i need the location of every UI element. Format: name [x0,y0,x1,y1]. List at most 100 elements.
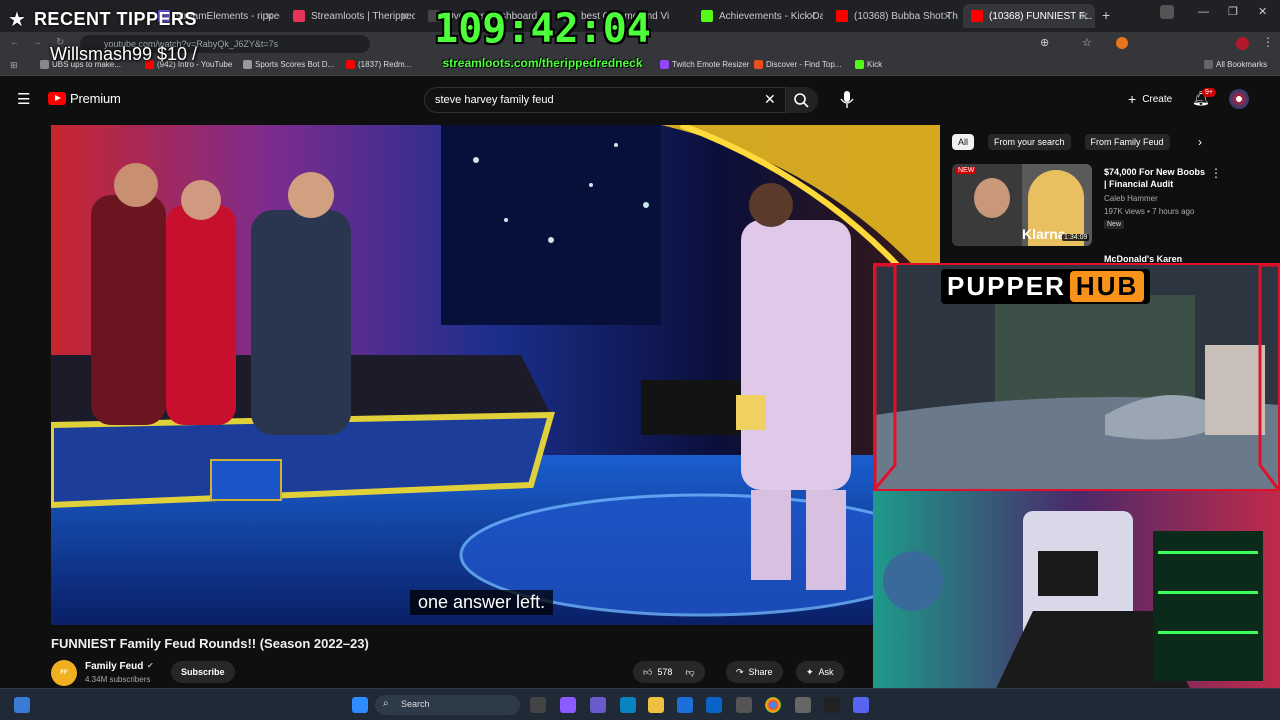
verified-icon: ✔ [147,661,154,670]
tab-favicon-icon [836,10,848,22]
close-icon[interactable]: ✕ [265,10,274,23]
like-button[interactable]: 👍︎ 578 👎︎ [633,661,705,683]
notification-badge: 9+ [1202,88,1216,97]
window-close-icon[interactable]: ✕ [1258,5,1267,18]
channel-name[interactable]: Family Feud [85,661,143,672]
browser-tab[interactable]: Streamloots | Theripped ✕ [285,4,415,28]
close-icon[interactable]: ✕ [808,10,817,23]
chrome-icon[interactable] [765,697,781,713]
terminal-icon[interactable] [824,697,840,713]
maximize-icon[interactable]: ❐ [1228,5,1238,18]
subscriber-count: 4.34M subscribers [85,675,151,684]
premium-label: Premium [70,91,121,106]
share-label: Share [748,667,773,677]
app-icon[interactable] [795,697,811,713]
tab-label: (10368) FUNNIEST F... [989,10,1093,22]
bookmark-star-icon[interactable]: ☆ [1082,36,1092,49]
create-label: Create [1142,93,1173,105]
ask-label: Ask [818,667,834,677]
recent-tippers-overlay: ★ RECENT TIPPERS [0,4,197,34]
forward-icon[interactable]: → [32,37,42,48]
recent-tippers-label: RECENT TIPPERS [33,8,197,29]
browser-tab[interactable]: Achievements - Kick Da ✕ [693,4,823,28]
ask-button[interactable]: ✦ Ask [796,661,844,683]
thumbnail-tag: NEW [956,167,977,174]
store-icon[interactable] [677,697,693,713]
panel-title-left: PUPPER [947,271,1066,301]
taskbar-search-label: Search [401,699,430,709]
hamburger-menu-icon[interactable]: ☰ [17,90,30,108]
share-button[interactable]: ↷ Share [726,661,783,683]
chip-from-search[interactable]: From your search [988,134,1071,150]
file-explorer-icon[interactable] [648,697,664,713]
all-bookmarks[interactable]: All Bookmarks [1204,60,1267,69]
search-input[interactable]: steve harvey family feud [424,87,786,113]
recommendation-thumbnail[interactable]: NEW Klarna 1:34:09 [952,164,1092,246]
widgets-icon[interactable] [14,697,30,713]
video-frame-image [51,125,940,625]
video-caption: one answer left. [410,590,554,615]
youtube-play-icon [48,92,66,105]
bookmark-item[interactable]: Kick [855,60,882,69]
create-button[interactable]: + Create [1118,87,1182,111]
back-icon[interactable]: ← [10,37,20,48]
minimize-icon[interactable]: — [1198,6,1209,18]
taskbar-search[interactable]: ⌕ Search [375,695,520,715]
youtube-logo[interactable]: Premium [48,91,121,106]
discord-icon[interactable] [853,697,869,713]
search-icon [794,93,809,108]
recommendation-title[interactable]: $74,000 For New Boobs | Financial Audit [1104,166,1208,190]
streamer-webcam [873,491,1280,695]
browser-tab[interactable]: (10368) Bubba Shot The ✕ [828,4,958,28]
chip-all[interactable]: All [952,134,975,150]
copilot-icon[interactable] [560,697,576,713]
subathon-timer: 109:42:04 [434,6,651,52]
microphone-icon[interactable] [838,89,856,111]
apps-grid-icon[interactable]: ⊞ [10,60,18,71]
video-player[interactable] [51,125,940,625]
obs-icon[interactable] [736,697,752,713]
extensions-icon[interactable] [1160,5,1174,19]
tab-favicon-icon [971,10,983,22]
extension-icon[interactable] [1116,37,1128,49]
edge-icon[interactable] [620,697,636,713]
browser-tab-active[interactable]: (10368) FUNNIEST F... ✕ [963,4,1095,28]
close-icon[interactable]: ✕ [1080,10,1089,23]
tab-favicon-icon [293,10,305,22]
share-icon: ↷ [736,666,744,677]
video-title: FUNNIEST Family Feud Rounds!! (Season 20… [51,636,369,651]
star-icon: ★ [8,8,26,31]
pupper-hub-camera-panel: PUPPER HUB [873,263,1280,491]
bookmark-item[interactable]: Sports Scores Bot D... [243,60,334,69]
clear-search-icon[interactable]: ✕ [764,91,776,108]
bookmark-item[interactable]: Discover - Find Top... [754,60,841,69]
thumbnail-text: Klarna [1022,226,1066,242]
subscribe-button[interactable]: Subscribe [171,661,235,683]
video-duration: 1:34:09 [1062,234,1090,241]
outlook-icon[interactable] [706,697,722,713]
install-icon[interactable]: ⊕ [1040,36,1049,49]
thumbs-up-icon: 👍︎ [643,666,653,677]
thumbs-down-icon[interactable]: 👎︎ [685,667,694,678]
account-avatar[interactable] [1229,89,1249,109]
stream-url-overlay: streamloots.com/therippedredneck [442,56,643,70]
recommendation-channel: Caleb Hammer [1104,194,1158,203]
channel-avatar[interactable]: FF [51,660,77,686]
chip-from-channel[interactable]: From Family Feud [1084,134,1170,150]
plus-icon: + [1128,91,1137,107]
search-button[interactable] [786,87,818,113]
windows-taskbar: ⌕ Search [0,688,1280,720]
search-icon: ⌕ [383,698,389,709]
new-tab-icon[interactable]: + [1102,7,1110,23]
more-options-icon[interactable]: ⋮ [1210,166,1222,180]
teams-icon[interactable] [590,697,606,713]
profile-avatar[interactable] [1236,37,1249,50]
like-count: 578 [657,667,673,677]
browser-menu-icon[interactable]: ⋮ [1262,35,1274,49]
chevron-right-icon[interactable]: › [1198,135,1202,149]
task-view-icon[interactable] [530,697,546,713]
close-icon[interactable]: ✕ [943,10,952,23]
youtube-header: ☰ Premium steve harvey family feud ✕ + C… [0,77,1280,121]
recent-tipper-name: Willsmash99 $10 / [50,44,198,64]
start-menu-icon[interactable] [352,697,368,713]
